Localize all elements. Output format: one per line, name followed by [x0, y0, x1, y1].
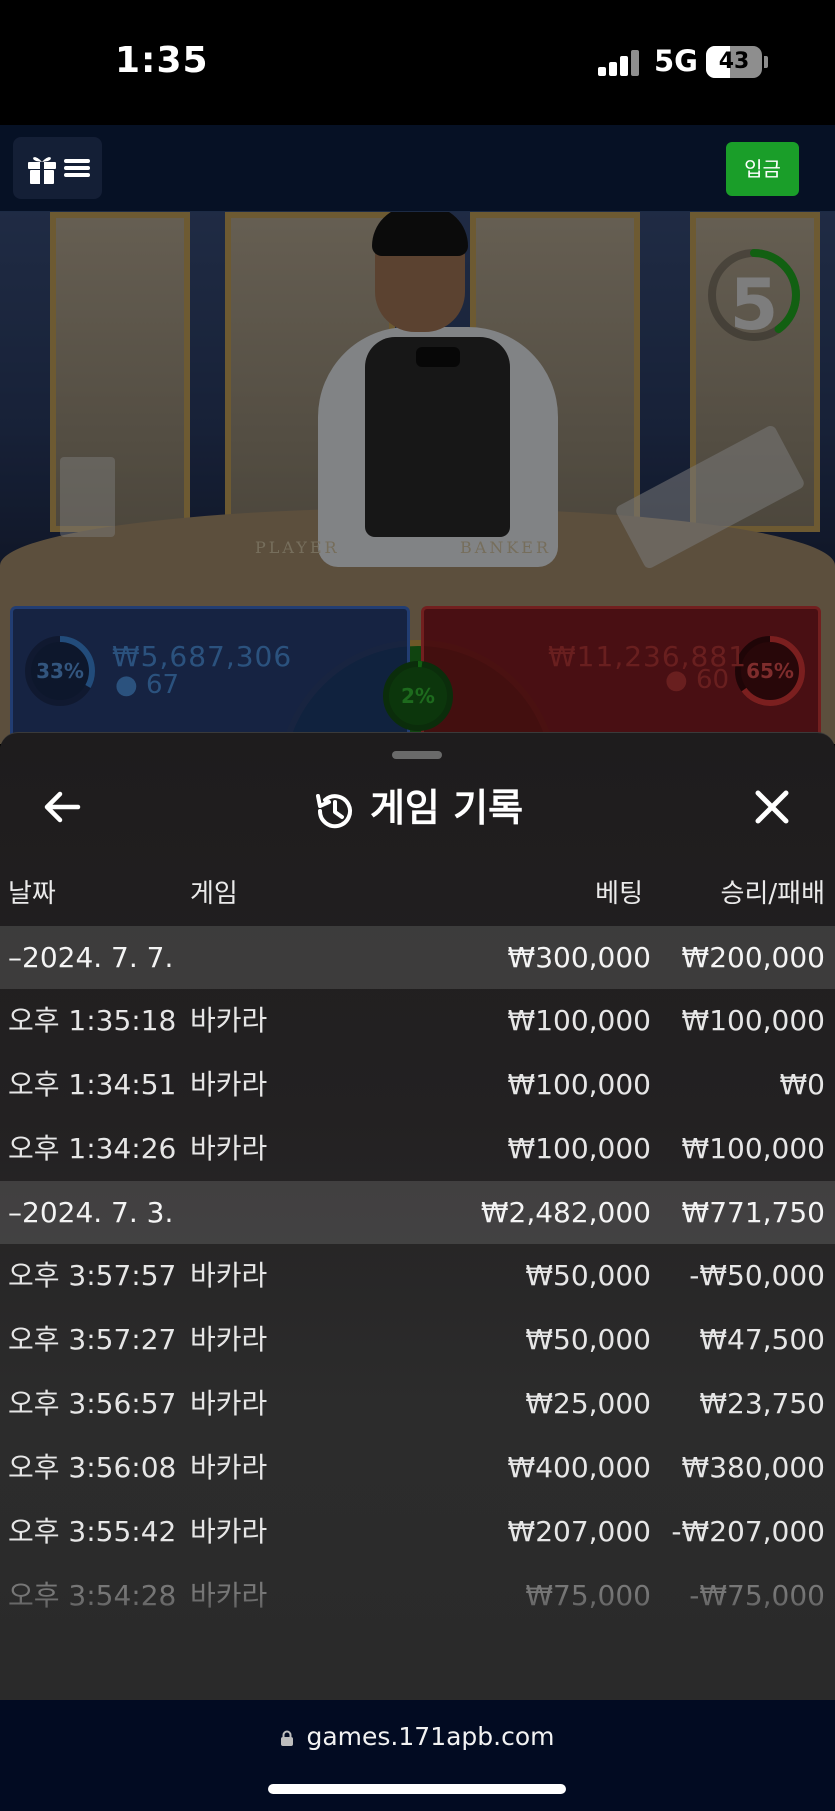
- status-time: 1:35: [115, 40, 209, 81]
- sheet-title: 게임 기록: [0, 781, 835, 835]
- column-header-result: 승리/패배: [720, 879, 825, 909]
- app-header: 입금: [0, 125, 835, 212]
- history-row[interactable]: 오후 3:54:28 바카라 ₩75,000 -₩75,000: [0, 1564, 835, 1628]
- row-time: 오후 1:34:26: [8, 1132, 177, 1165]
- group-bet-total: ₩300,000: [507, 941, 651, 974]
- row-game: 바카라: [190, 1068, 268, 1101]
- row-result: -₩207,000: [671, 1515, 825, 1548]
- battery-level: 43: [718, 49, 750, 74]
- history-row[interactable]: 오후 1:35:18 바카라 ₩100,000 ₩100,000: [0, 989, 835, 1053]
- signal-icon: [598, 50, 640, 76]
- row-game: 바카라: [190, 1259, 268, 1292]
- row-game: 바카라: [190, 1132, 268, 1165]
- column-header-game: 게임: [190, 879, 238, 909]
- history-icon: [315, 793, 352, 828]
- row-result: ₩100,000: [681, 1132, 825, 1165]
- history-row[interactable]: 오후 1:34:26 바카라 ₩100,000 ₩100,000: [0, 1117, 835, 1181]
- row-bet: ₩25,000: [525, 1387, 651, 1420]
- row-game: 바카라: [190, 1387, 268, 1420]
- row-bet: ₩50,000: [525, 1323, 651, 1356]
- network-label: 5G: [654, 44, 698, 78]
- battery-icon: 43: [706, 46, 762, 78]
- column-header-bet: 베팅: [595, 879, 643, 909]
- date-group-row[interactable]: –2024. 7. 3. ₩2,482,000 ₩771,750: [0, 1181, 835, 1244]
- row-result: ₩23,750: [699, 1387, 825, 1420]
- home-indicator[interactable]: [268, 1784, 566, 1794]
- row-bet: ₩100,000: [507, 1004, 651, 1037]
- row-bet: ₩50,000: [525, 1259, 651, 1292]
- sheet-title-text: 게임 기록: [369, 786, 524, 830]
- history-row[interactable]: 오후 3:57:57 바카라 ₩50,000 -₩50,000: [0, 1244, 835, 1308]
- row-game: 바카라: [190, 1451, 268, 1484]
- status-bar: 1:35 5G 43: [0, 0, 835, 125]
- battery-tip: [764, 56, 768, 68]
- deposit-button[interactable]: 입금: [726, 142, 799, 196]
- group-date: –2024. 7. 3.: [8, 1196, 174, 1229]
- row-bet: ₩207,000: [507, 1515, 651, 1548]
- column-header-date: 날짜: [8, 879, 56, 909]
- row-result: ₩0: [779, 1068, 826, 1101]
- row-bet: ₩100,000: [507, 1132, 651, 1165]
- row-time: 오후 3:55:42: [8, 1515, 177, 1548]
- game-history-sheet: 게임 기록 날짜 게임 베팅 승리/패배 –2024. 7. 7. ₩300,0…: [0, 732, 835, 1700]
- history-row[interactable]: 오후 3:56:57 바카라 ₩25,000 ₩23,750: [0, 1372, 835, 1436]
- row-time: 오후 3:54:28: [8, 1579, 177, 1612]
- close-icon[interactable]: [748, 783, 796, 831]
- history-row[interactable]: 오후 1:34:51 바카라 ₩100,000 ₩0: [0, 1053, 835, 1117]
- browser-url-bar: games.171apb.com: [0, 1700, 835, 1811]
- url-field[interactable]: games.171apb.com: [0, 1722, 835, 1751]
- row-bet: ₩100,000: [507, 1068, 651, 1101]
- row-bet: ₩75,000: [525, 1579, 651, 1612]
- row-time: 오후 3:56:08: [8, 1451, 177, 1484]
- row-game: 바카라: [190, 1515, 268, 1548]
- group-result-total: ₩200,000: [681, 941, 825, 974]
- group-result-total: ₩771,750: [681, 1196, 825, 1229]
- menu-button[interactable]: [13, 137, 102, 199]
- group-bet-total: ₩2,482,000: [480, 1196, 651, 1229]
- row-time: 오후 3:57:57: [8, 1259, 177, 1292]
- date-group-row[interactable]: –2024. 7. 7. ₩300,000 ₩200,000: [0, 926, 835, 989]
- row-time: 오후 1:34:51: [8, 1068, 177, 1101]
- row-game: 바카라: [190, 1579, 268, 1612]
- row-game: 바카라: [190, 1004, 268, 1037]
- row-result: ₩380,000: [681, 1451, 825, 1484]
- gift-icon: [27, 157, 56, 184]
- history-row[interactable]: 오후 3:55:42 바카라 ₩207,000 -₩207,000: [0, 1500, 835, 1564]
- row-time: 오후 1:35:18: [8, 1004, 177, 1037]
- row-result: ₩100,000: [681, 1004, 825, 1037]
- modal-backdrop[interactable]: [0, 212, 835, 744]
- url-text: games.171apb.com: [306, 1722, 555, 1751]
- lock-icon: [281, 1730, 294, 1746]
- sheet-grabber[interactable]: [392, 751, 442, 759]
- row-result: ₩47,500: [699, 1323, 825, 1356]
- row-game: 바카라: [190, 1323, 268, 1356]
- row-result: -₩75,000: [689, 1579, 825, 1612]
- history-row[interactable]: 오후 3:57:27 바카라 ₩50,000 ₩47,500: [0, 1308, 835, 1372]
- row-time: 오후 3:56:57: [8, 1387, 177, 1420]
- history-row[interactable]: 오후 3:56:08 바카라 ₩400,000 ₩380,000: [0, 1436, 835, 1500]
- history-table: –2024. 7. 7. ₩300,000 ₩200,000 오후 1:35:1…: [0, 926, 835, 1628]
- row-bet: ₩400,000: [507, 1451, 651, 1484]
- row-result: -₩50,000: [689, 1259, 825, 1292]
- row-time: 오후 3:57:27: [8, 1323, 177, 1356]
- group-date: –2024. 7. 7.: [8, 941, 174, 974]
- hamburger-icon: [63, 159, 90, 177]
